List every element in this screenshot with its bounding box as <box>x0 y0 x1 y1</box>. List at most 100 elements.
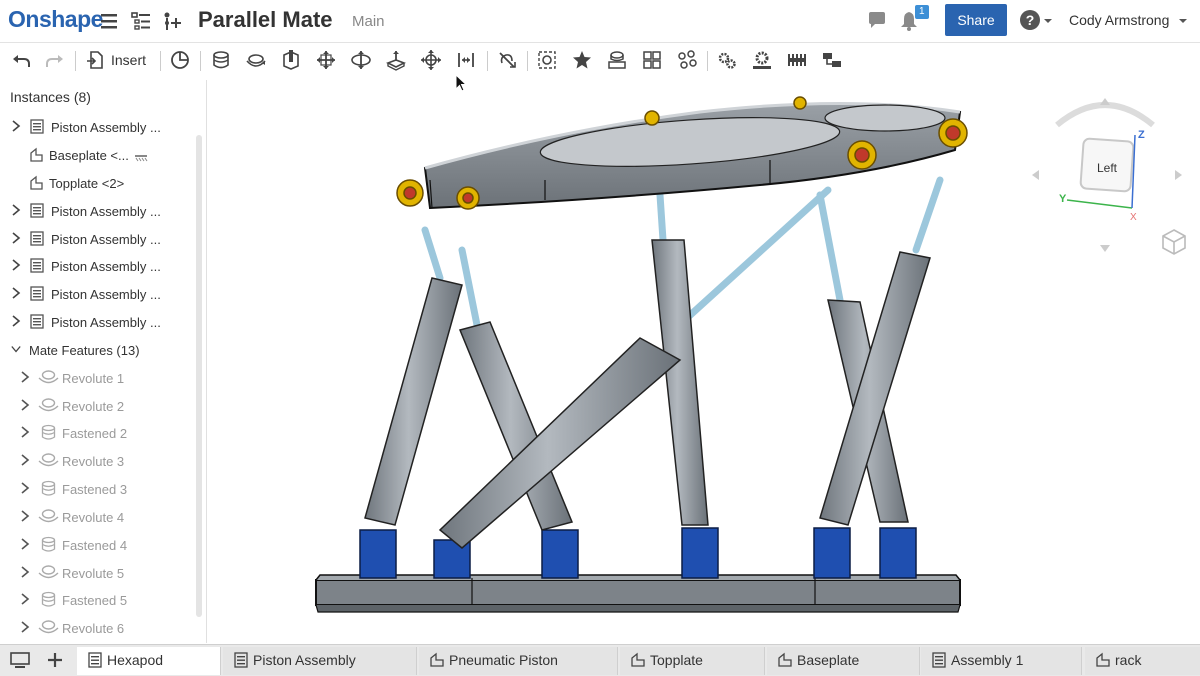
undo-icon[interactable] <box>10 49 32 71</box>
mate-label: Fastened 3 <box>62 482 128 497</box>
tab-assembly-1[interactable]: Assembly 1 <box>921 647 1082 675</box>
chevron-right-icon[interactable] <box>11 232 21 244</box>
mate-item-revolute[interactable]: Revolute 6 <box>0 615 196 641</box>
chevron-right-icon[interactable] <box>20 566 30 578</box>
help-icon[interactable]: ? <box>1019 9 1041 31</box>
part-studio-icon <box>778 652 792 667</box>
user-dropdown-caret-icon[interactable] <box>1178 10 1188 32</box>
planar-mate-icon[interactable] <box>315 49 337 71</box>
orbit-arc-icon[interactable] <box>1055 102 1155 128</box>
chevron-right-icon[interactable] <box>11 287 21 299</box>
mate-item-revolute[interactable]: Revolute 5 <box>0 560 196 586</box>
mate-item-revolute[interactable]: Revolute 1 <box>0 365 196 391</box>
mate-label: Revolute 2 <box>62 399 125 414</box>
chevron-right-icon[interactable] <box>20 538 30 550</box>
view-up-arrow-icon[interactable] <box>1100 98 1110 105</box>
view-right-arrow-icon[interactable] <box>1175 170 1182 180</box>
mate-item-fastened[interactable]: Fastened 3 <box>0 476 196 502</box>
instance-item-topplate[interactable]: Topplate <2> <box>0 170 196 196</box>
revolute-mate-icon <box>38 398 59 412</box>
rack-pinion-relation-icon[interactable] <box>751 49 773 71</box>
chevron-right-icon[interactable] <box>20 621 30 633</box>
chevron-down-icon[interactable] <box>11 343 21 355</box>
insert-button[interactable]: Insert <box>111 52 146 68</box>
redo-icon[interactable] <box>44 49 66 71</box>
view-left-arrow-icon[interactable] <box>1032 170 1039 180</box>
view-down-arrow-icon[interactable] <box>1100 245 1110 252</box>
instance-item-baseplate[interactable]: Baseplate <... <box>0 142 196 168</box>
chevron-right-icon[interactable] <box>20 482 30 494</box>
add-element-icon[interactable] <box>161 10 183 32</box>
chevron-right-icon[interactable] <box>20 426 30 438</box>
chevron-right-icon[interactable] <box>11 204 21 216</box>
onshape-logo[interactable]: Onshape <box>8 6 103 33</box>
tab-rack[interactable]: rack <box>1085 647 1200 675</box>
topplate-part[interactable] <box>423 102 962 210</box>
instance-item-piston-assembly[interactable]: Piston Assembly ... <box>0 226 196 252</box>
panel-scrollbar[interactable] <box>196 135 202 617</box>
piston-cylinders[interactable] <box>364 239 931 549</box>
linear-relation-icon[interactable] <box>821 49 843 71</box>
tab-pneumatic-piston[interactable]: Pneumatic Piston <box>419 647 618 675</box>
mate-item-revolute[interactable]: Revolute 4 <box>0 504 196 530</box>
instances-header[interactable]: Instances (8) <box>10 89 91 105</box>
mate-connector-icon[interactable] <box>169 49 191 71</box>
tab-manager-icon[interactable] <box>9 651 31 669</box>
revolute-mate-icon <box>38 565 59 579</box>
instance-item-piston-assembly[interactable]: Piston Assembly ... <box>0 281 196 307</box>
tab-topplate[interactable]: Topplate <box>620 647 765 675</box>
chevron-right-icon[interactable] <box>20 593 30 605</box>
tab-label: Hexapod <box>107 652 164 668</box>
baseplate-part[interactable] <box>315 574 961 613</box>
circular-pattern-icon[interactable] <box>676 49 698 71</box>
menu-icon[interactable] <box>98 10 120 32</box>
instance-item-piston-assembly[interactable]: Piston Assembly ... <box>0 114 196 140</box>
tab-piston-assembly[interactable]: Piston Assembly <box>223 647 417 675</box>
graphics-viewport[interactable]: Left Z Y X <box>207 80 1200 643</box>
replicate-icon[interactable] <box>606 49 628 71</box>
fastened-mate-icon[interactable] <box>210 49 232 71</box>
chevron-right-icon[interactable] <box>20 454 30 466</box>
mate-features-header[interactable]: Mate Features (13) <box>0 337 196 363</box>
gear-relation-icon[interactable] <box>716 49 738 71</box>
chevron-right-icon[interactable] <box>11 120 21 132</box>
mate-item-fastened[interactable]: Fastened 4 <box>0 532 196 558</box>
pin-slot-mate-icon[interactable] <box>385 49 407 71</box>
linear-pattern-icon[interactable] <box>641 49 663 71</box>
screw-relation-icon[interactable] <box>786 49 808 71</box>
mate-relation-icon[interactable] <box>571 49 593 71</box>
share-button[interactable]: Share <box>945 4 1007 36</box>
chevron-right-icon[interactable] <box>20 399 30 411</box>
view-options-cube-icon[interactable] <box>1159 227 1189 257</box>
tangent-mate-icon[interactable] <box>496 49 518 71</box>
instance-item-piston-assembly[interactable]: Piston Assembly ... <box>0 198 196 224</box>
chevron-right-icon[interactable] <box>20 371 30 383</box>
user-menu[interactable]: Cody Armstrong <box>1069 12 1169 28</box>
insert-icon[interactable] <box>84 49 106 71</box>
parallel-mate-icon[interactable] <box>455 49 477 71</box>
instance-item-piston-assembly[interactable]: Piston Assembly ... <box>0 309 196 335</box>
instance-item-piston-assembly[interactable]: Piston Assembly ... <box>0 253 196 279</box>
mate-item-fastened[interactable]: Fastened 5 <box>0 587 196 613</box>
toolbar-separator <box>160 51 161 71</box>
help-dropdown-caret-icon[interactable] <box>1043 10 1053 32</box>
assembly-toolbar: Insert <box>0 43 1200 77</box>
add-tab-icon[interactable] <box>45 651 65 669</box>
comments-icon[interactable] <box>866 9 888 31</box>
base-brackets[interactable] <box>359 527 917 579</box>
chevron-right-icon[interactable] <box>11 315 21 327</box>
slider-mate-icon[interactable] <box>280 49 302 71</box>
cylindrical-mate-icon[interactable] <box>350 49 372 71</box>
ball-mate-icon[interactable] <box>420 49 442 71</box>
mate-item-revolute[interactable]: Revolute 2 <box>0 393 196 419</box>
assembly-icon <box>30 231 44 246</box>
mate-item-fastened[interactable]: Fastened 2 <box>0 420 196 446</box>
revolute-mate-icon[interactable] <box>245 49 267 71</box>
chevron-right-icon[interactable] <box>20 510 30 522</box>
tab-baseplate[interactable]: Baseplate <box>767 647 920 675</box>
feature-list-icon[interactable] <box>130 10 152 32</box>
chevron-right-icon[interactable] <box>11 259 21 271</box>
mate-item-revolute[interactable]: Revolute 3 <box>0 448 196 474</box>
group-icon[interactable] <box>536 49 558 71</box>
tab-hexapod[interactable]: Hexapod <box>77 647 221 675</box>
